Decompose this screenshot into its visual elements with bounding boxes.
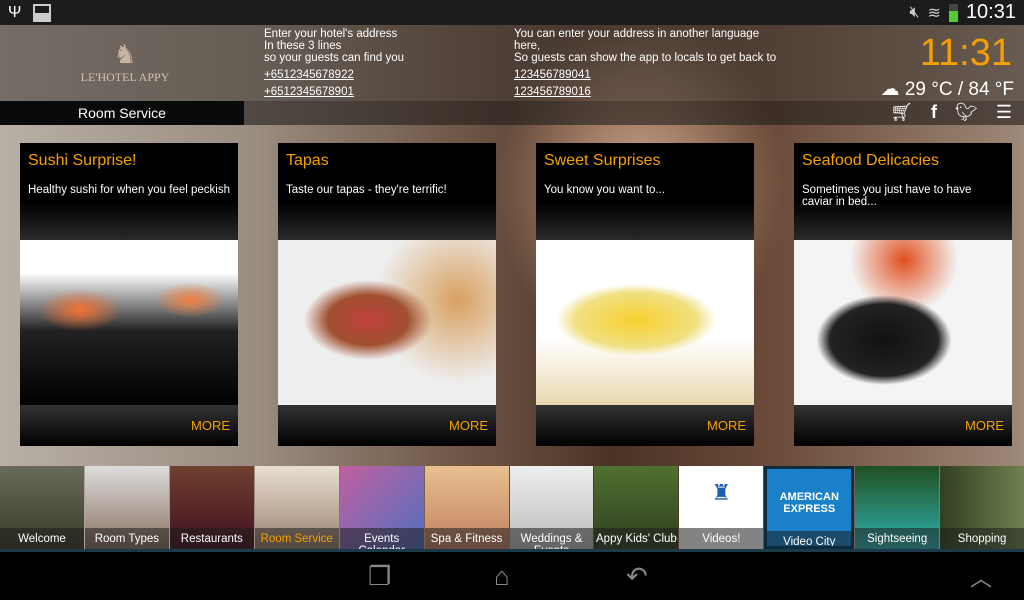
caviar-image xyxy=(794,240,1012,405)
recent-apps-icon[interactable]: ❐ xyxy=(368,561,391,592)
usb-icon: Ψ xyxy=(8,3,22,21)
card-description: You know you want to... xyxy=(544,184,666,196)
system-nav-bar: ❐ ⌂ ↶ ︿ xyxy=(0,555,1024,600)
tile-label: Appy Kids' Club xyxy=(594,528,679,549)
address-line: here, xyxy=(514,40,541,52)
address-line: so your guests can find you xyxy=(264,52,404,64)
tile-label: Videos! xyxy=(679,528,764,549)
tile-label: Room Service xyxy=(254,528,339,549)
battery-icon xyxy=(948,3,958,22)
more-button[interactable]: MORE xyxy=(536,405,754,446)
tile-label: Shopping xyxy=(940,528,1024,549)
card-title: Sushi Surprise! xyxy=(28,152,137,169)
phone-link[interactable]: 123456789041 xyxy=(514,69,776,81)
more-button[interactable]: MORE xyxy=(794,405,1012,446)
tile-label: Sightseeing xyxy=(855,528,940,549)
tile-shopping[interactable]: Shopping xyxy=(940,466,1024,549)
bellhop-icon: ♜ xyxy=(711,480,732,505)
tile-spa-fitness[interactable]: Spa & Fitness xyxy=(424,466,509,549)
address-line: In these 3 lines xyxy=(264,40,342,52)
tile-label: Events Calendar xyxy=(339,528,424,549)
gallery-icon xyxy=(33,3,52,22)
tile-label: Room Types xyxy=(84,528,169,549)
menu-card[interactable]: Seafood Delicacies Sometimes you just hav… xyxy=(794,143,1012,446)
category-strip: Welcome Room Types Restaurants Room Serv… xyxy=(0,466,1024,552)
menu-card[interactable]: Sweet Surprises You know you want to... M… xyxy=(536,143,754,446)
tile-weddings-events[interactable]: Weddings & Events xyxy=(509,466,594,549)
chevron-up-icon[interactable]: ︿ xyxy=(970,561,992,593)
menu-card[interactable]: Tapas Taste our tapas - they're terrific!… xyxy=(278,143,496,446)
status-bar: Ψ 🔇︎ ≋ 10:31 xyxy=(0,0,1024,25)
temperature: 29 °C / 84 °F xyxy=(904,79,1014,100)
header-icons: 🛒︎ f 🐦︎ ☰ xyxy=(890,102,1012,123)
tile-label: Restaurants xyxy=(169,528,254,549)
cloud-icon: ☁ xyxy=(880,79,900,100)
tile-video-city-guide[interactable]: AMERICAN EXPRESS Video City Guide xyxy=(764,466,855,549)
tile-restaurants[interactable]: Restaurants xyxy=(169,466,254,549)
amex-logo-icon: AMERICAN EXPRESS xyxy=(779,491,839,515)
card-description: Healthy sushi for when you feel peckish xyxy=(28,184,230,196)
phone-link[interactable]: +6512345678922 xyxy=(264,69,404,81)
sushi-image xyxy=(20,240,238,405)
card-description: Sometimes you just have to have caviar i… xyxy=(802,184,972,208)
dessert-image xyxy=(536,240,754,405)
mute-icon: 🔇︎ xyxy=(909,3,920,21)
horse-logo-icon: ♞ xyxy=(113,40,137,69)
wifi-icon: ≋ xyxy=(927,4,941,22)
tile-room-types[interactable]: Room Types xyxy=(84,466,169,549)
back-icon[interactable]: ↶ xyxy=(626,561,648,592)
tile-welcome[interactable]: Welcome xyxy=(0,466,84,549)
hotel-logo[interactable]: ♞ LE'HOTEL APPY xyxy=(60,40,190,85)
tile-label: Weddings & Events xyxy=(509,528,594,549)
tile-label: Spa & Fitness xyxy=(424,528,509,549)
status-time: 10:31 xyxy=(965,1,1016,23)
tile-videos[interactable]: ♜ Videos! xyxy=(679,466,764,549)
address-block-1: Enter your hotel's address In these 3 li… xyxy=(264,28,404,98)
card-description: Taste our tapas - they're terrific! xyxy=(286,184,447,196)
more-button[interactable]: MORE xyxy=(20,405,238,446)
tapas-image xyxy=(278,240,496,405)
menu-icon[interactable]: ☰ xyxy=(996,102,1012,123)
phone-link[interactable]: 123456789016 xyxy=(514,86,776,98)
address-line: You can enter your address in another la… xyxy=(514,28,760,40)
tile-room-service[interactable]: Room Service xyxy=(254,466,339,549)
tile-appy-kids-club[interactable]: Appy Kids' Club xyxy=(594,466,679,549)
address-block-2: You can enter your address in another la… xyxy=(514,28,776,98)
menu-card[interactable]: Sushi Surprise! Healthy sushi for when yo… xyxy=(20,143,238,446)
phone-link[interactable]: +6512345678901 xyxy=(264,86,404,98)
hotel-clock: 11:31 xyxy=(919,32,1012,74)
tile-label: Video City Guide xyxy=(767,531,852,546)
facebook-icon[interactable]: f xyxy=(931,102,937,123)
home-icon[interactable]: ⌂ xyxy=(494,561,510,592)
address-line: So guests can show the app to locals to … xyxy=(514,52,777,64)
weather: ☁ 29 °C / 84 °F xyxy=(881,78,1014,101)
card-title: Tapas xyxy=(286,152,329,169)
card-title: Seafood Delicacies xyxy=(802,152,939,169)
cart-icon[interactable]: 🛒︎ xyxy=(890,102,913,123)
more-button[interactable]: MORE xyxy=(278,405,496,446)
tile-events-calendar[interactable]: Events Calendar xyxy=(339,466,424,549)
address-line: Enter your hotel's address xyxy=(264,28,398,40)
logo-text: LE'HOTEL APPY xyxy=(80,70,170,84)
tile-label: Welcome xyxy=(0,528,84,549)
card-title: Sweet Surprises xyxy=(544,152,661,169)
tile-sightseeing[interactable]: Sightseeing xyxy=(855,466,940,549)
breadcrumb: Room Service xyxy=(0,101,244,125)
twitter-icon[interactable]: 🐦︎ xyxy=(955,102,978,123)
